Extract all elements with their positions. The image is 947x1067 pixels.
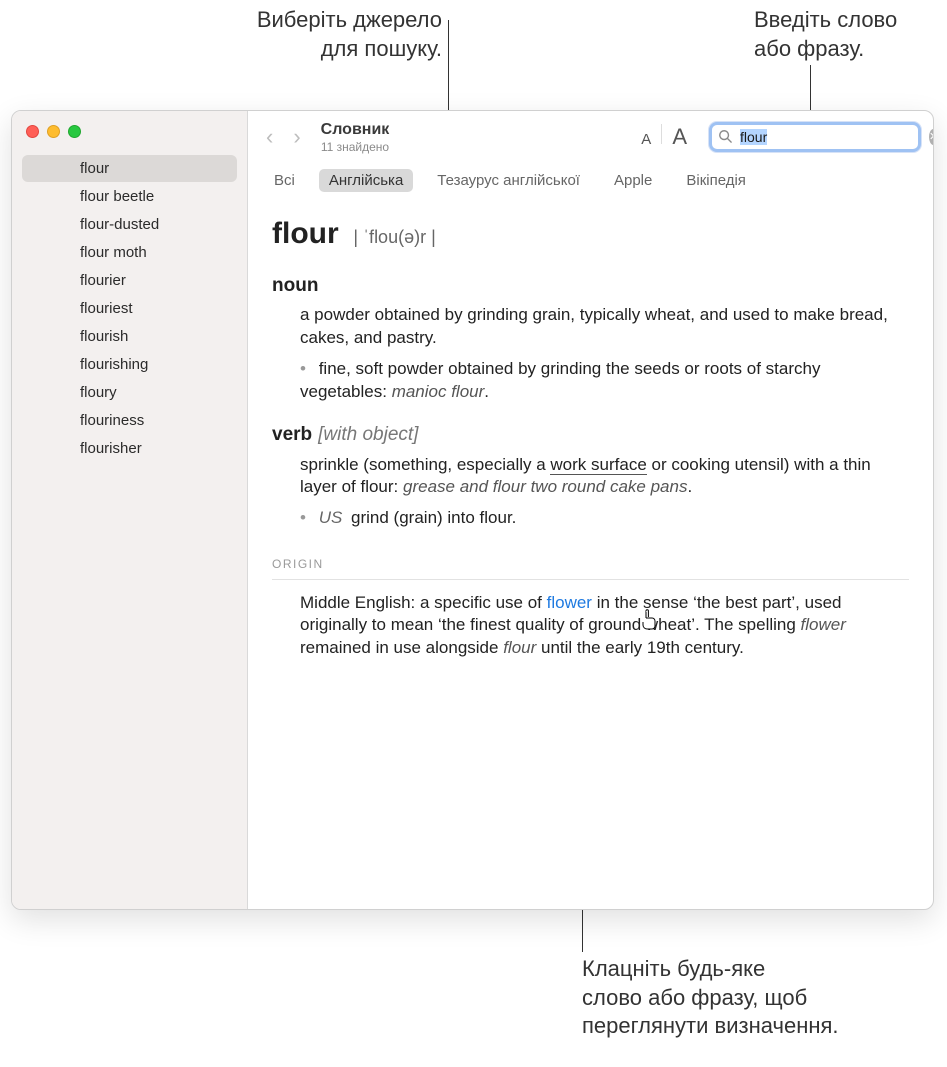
forward-button[interactable]: › — [287, 124, 306, 150]
word-list: flour flour beetle flour-dusted flour mo… — [12, 148, 247, 463]
search-input[interactable] — [738, 128, 923, 146]
tab-english[interactable]: Англійська — [319, 169, 413, 192]
list-item[interactable]: flouriest — [22, 295, 237, 322]
list-item[interactable]: flourisher — [22, 435, 237, 462]
linked-phrase[interactable]: work surface — [550, 455, 646, 475]
tab-apple[interactable]: Apple — [604, 169, 662, 192]
search-field[interactable]: ✕ — [709, 122, 921, 152]
font-smaller-button[interactable]: A — [641, 131, 651, 148]
list-item[interactable]: flourish — [22, 323, 237, 350]
tab-thesaurus[interactable]: Тезаурус англійської — [427, 169, 590, 192]
pos-noun: noun — [272, 273, 909, 299]
verb-sub[interactable]: US grind (grain) into flour. — [300, 507, 909, 530]
list-item[interactable]: flourier — [22, 267, 237, 294]
list-item[interactable]: flour beetle — [22, 183, 237, 210]
list-item[interactable]: flouriness — [22, 407, 237, 434]
pos-verb: verb[with object] — [272, 422, 909, 448]
verb-definition[interactable]: sprinkle (something, especially a work s… — [300, 454, 909, 500]
callout-choose-source: Виберіть джерелодля пошуку. — [242, 6, 442, 63]
callout-click-word: Клацніть будь-якеслово або фразу, щобпер… — [582, 955, 932, 1041]
dictionary-window: flour flour beetle flour-dusted flour mo… — [11, 110, 934, 910]
list-item[interactable]: flour moth — [22, 239, 237, 266]
definition-content: flour | ˈflou(ə)r | noun a powder obtain… — [248, 204, 933, 909]
window-controls — [12, 111, 247, 148]
search-icon — [718, 129, 732, 146]
sidebar: flour flour beetle flour-dusted flour mo… — [12, 111, 248, 909]
toolbar: ‹ › Словник 11 знайдено A A ✕ — [248, 111, 933, 163]
clear-icon[interactable]: ✕ — [929, 129, 934, 145]
list-item[interactable]: flour-dusted — [22, 211, 237, 238]
noun-sub[interactable]: fine, soft powder obtained by grinding t… — [300, 358, 909, 404]
pronunciation: | ˈflou(ə)r | — [353, 227, 435, 247]
origin-body[interactable]: Middle English: a specific use of flower… — [300, 592, 909, 661]
toolbar-title: Словник — [321, 121, 390, 139]
main-panel: ‹ › Словник 11 знайдено A A ✕ Всі Англій… — [248, 111, 933, 909]
divider — [661, 124, 662, 144]
zoom-icon[interactable] — [68, 125, 81, 138]
headword: flour — [272, 214, 339, 255]
font-larger-button[interactable]: A — [672, 124, 687, 150]
callout-enter-word: Введіть словоабо фразу. — [754, 6, 947, 63]
toolbar-subtitle: 11 знайдено — [321, 140, 390, 154]
list-item[interactable]: flour — [22, 155, 237, 182]
list-item[interactable]: flourishing — [22, 351, 237, 378]
source-tabs: Всі Англійська Тезаурус англійської Appl… — [248, 163, 933, 204]
close-icon[interactable] — [26, 125, 39, 138]
font-size-control: A A — [641, 124, 687, 150]
noun-definition[interactable]: a powder obtained by grinding grain, typ… — [300, 304, 909, 350]
tab-wikipedia[interactable]: Вікіпедія — [676, 169, 756, 192]
toolbar-title-wrap: Словник 11 знайдено — [321, 121, 390, 154]
origin-heading: ORIGIN — [272, 556, 909, 579]
callout-line — [810, 65, 811, 113]
list-item[interactable]: floury — [22, 379, 237, 406]
tab-all[interactable]: Всі — [264, 169, 305, 192]
back-button[interactable]: ‹ — [260, 124, 279, 150]
minimize-icon[interactable] — [47, 125, 60, 138]
origin-link[interactable]: flower — [547, 593, 592, 612]
